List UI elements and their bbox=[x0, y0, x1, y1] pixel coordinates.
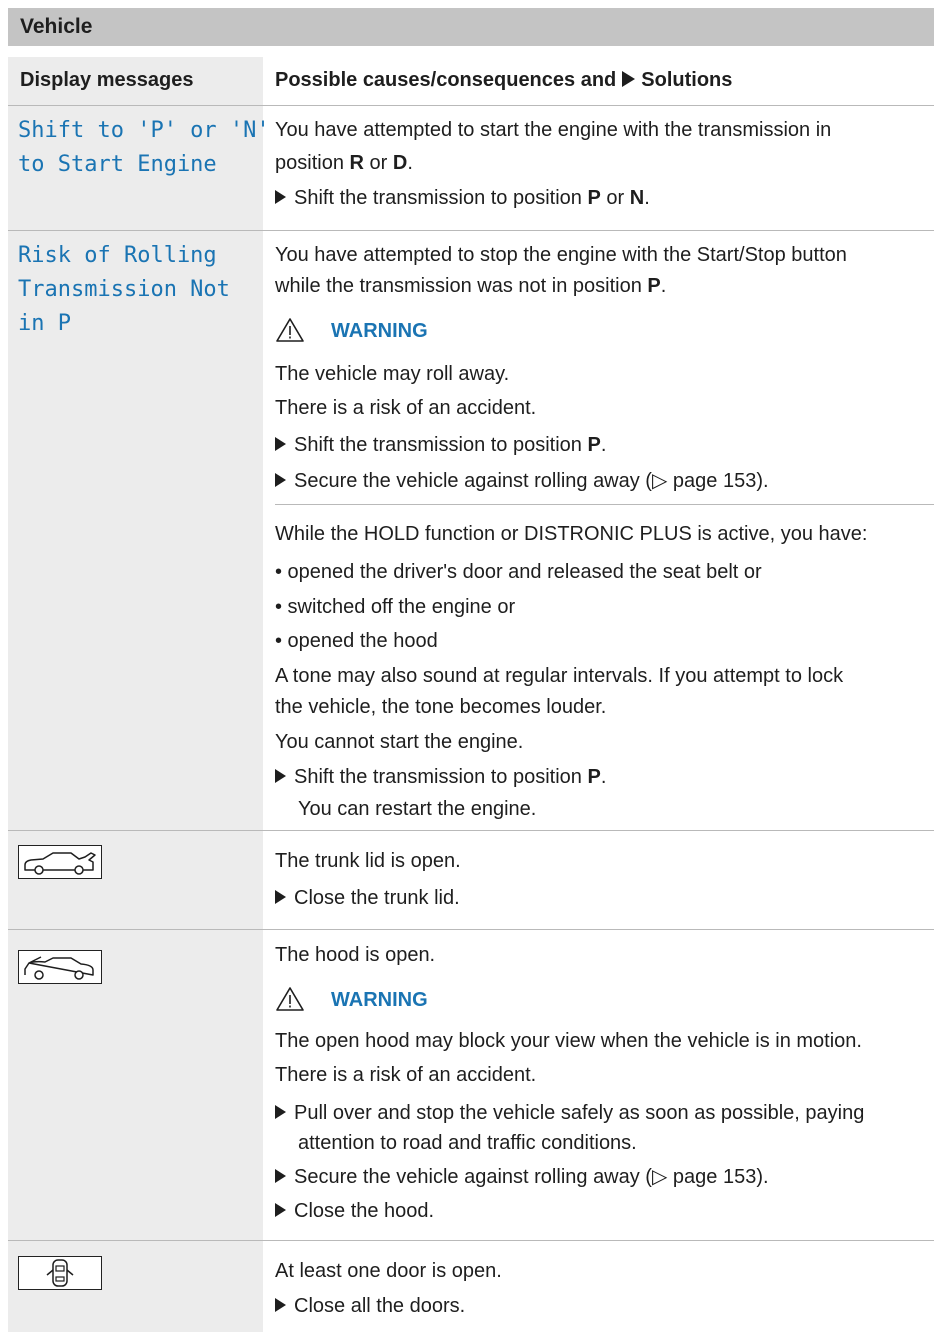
tone-text: A tone may also sound at regular interva… bbox=[275, 665, 844, 687]
cell-divider bbox=[275, 504, 934, 505]
header-display-messages: Display messages bbox=[20, 69, 194, 91]
table-row-shift: Shift to 'P' or 'N' to Start Engine You … bbox=[8, 106, 934, 231]
cause-line: position R or D. bbox=[275, 152, 413, 174]
step-arrow-icon bbox=[275, 473, 286, 487]
display-message-cell: Risk of Rolling Transmission Not in P bbox=[8, 231, 263, 830]
restart-text: You can restart the engine. bbox=[298, 798, 537, 820]
table-row-hood: The hood is open. WARNING The open hood … bbox=[8, 930, 934, 1241]
header-col-display: Display messages bbox=[8, 57, 263, 105]
warning-text: There is a risk of an accident. bbox=[275, 1064, 537, 1086]
solution-step: Close the trunk lid. bbox=[275, 882, 460, 914]
tone-text: the vehicle, the tone becomes louder. bbox=[275, 696, 607, 718]
step-arrow-icon bbox=[275, 1105, 286, 1119]
display-message-cell bbox=[8, 930, 263, 1240]
cause-line: while the transmission was not in positi… bbox=[275, 275, 667, 297]
display-message-cell bbox=[8, 831, 263, 929]
solution-step: Secure the vehicle against rolling away … bbox=[275, 1161, 769, 1193]
solution-step: Pull over and stop the vehicle safely as… bbox=[275, 1097, 864, 1129]
table-header: Display messages Possible causes/consequ… bbox=[8, 57, 934, 106]
hood-open-icon bbox=[18, 950, 102, 984]
display-message-cell bbox=[8, 1241, 263, 1332]
bullet-item: • opened the driver's door and released … bbox=[275, 561, 762, 583]
warning-triangle-icon bbox=[276, 318, 304, 342]
section-title-bar: Vehicle bbox=[8, 8, 934, 46]
trunk-open-icon bbox=[18, 845, 102, 879]
step-arrow-icon bbox=[275, 190, 286, 204]
bullet-item: • switched off the engine or bbox=[275, 596, 516, 618]
solution-step: Close the hood. bbox=[275, 1195, 434, 1227]
step-arrow-icon bbox=[275, 1169, 286, 1183]
warning-label: WARNING bbox=[331, 320, 428, 342]
solution-step-cont: attention to road and traffic conditions… bbox=[298, 1132, 637, 1154]
header-solutions-label: Solutions bbox=[641, 69, 733, 91]
warning-triangle-icon bbox=[276, 987, 304, 1011]
cause-line: You have attempted to start the engine w… bbox=[275, 119, 832, 141]
solution-step: Shift the transmission to position P or … bbox=[275, 182, 650, 214]
step-arrow-icon bbox=[275, 890, 286, 904]
hold-intro: While the HOLD function or DISTRONIC PLU… bbox=[275, 523, 868, 545]
header-causes-label: Possible causes/consequences and bbox=[275, 69, 617, 91]
display-message-rolling: Risk of Rolling Transmission Not in P bbox=[18, 243, 230, 336]
solution-step: Secure the vehicle against rolling away … bbox=[275, 465, 769, 497]
display-message-shift: Shift to 'P' or 'N' to Start Engine bbox=[18, 118, 270, 177]
warning-text: The open hood may block your view when t… bbox=[275, 1030, 862, 1052]
cause-line: The hood is open. bbox=[275, 944, 436, 966]
step-arrow-icon bbox=[275, 769, 286, 783]
solution-arrow-icon bbox=[622, 71, 636, 87]
cannot-start-text: You cannot start the engine. bbox=[275, 731, 524, 753]
display-message-cell: Shift to 'P' or 'N' to Start Engine bbox=[8, 106, 270, 230]
table-row-door: At least one door is open. Close all the… bbox=[8, 1241, 934, 1332]
warning-label: WARNING bbox=[331, 989, 428, 1011]
door-open-icon bbox=[18, 1256, 102, 1290]
section-title: Vehicle bbox=[20, 15, 93, 38]
solution-step: Shift the transmission to position P. bbox=[275, 761, 606, 793]
step-arrow-icon bbox=[275, 1298, 286, 1312]
solution-step: Shift the transmission to position P. bbox=[275, 429, 606, 461]
header-col-causes: Possible causes/consequences and Solution… bbox=[275, 69, 732, 92]
cause-line: The trunk lid is open. bbox=[275, 850, 461, 872]
cause-line: You have attempted to stop the engine wi… bbox=[275, 244, 847, 266]
solution-step: Close all the doors. bbox=[275, 1290, 465, 1322]
step-arrow-icon bbox=[275, 1203, 286, 1217]
warning-text: The vehicle may roll away. bbox=[275, 363, 510, 385]
cause-line: At least one door is open. bbox=[275, 1260, 502, 1282]
warning-text: There is a risk of an accident. bbox=[275, 397, 537, 419]
step-arrow-icon bbox=[275, 437, 286, 451]
table-row-trunk: The trunk lid is open. Close the trunk l… bbox=[8, 831, 934, 930]
table-row-rolling: Risk of Rolling Transmission Not in P Yo… bbox=[8, 231, 934, 831]
bullet-item: • opened the hood bbox=[275, 630, 438, 652]
